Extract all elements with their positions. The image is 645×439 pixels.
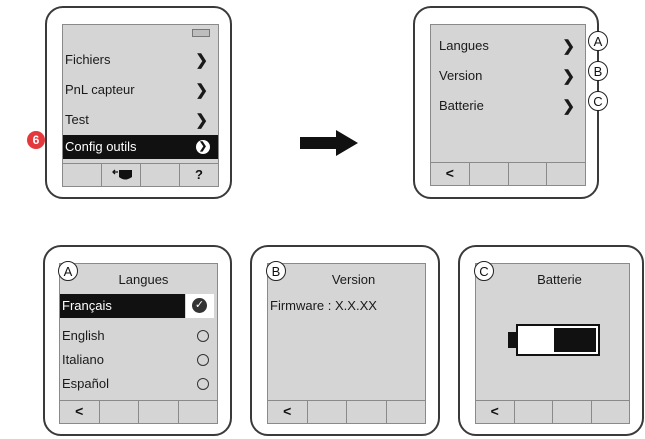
device-config-menu: Langues ❯ Version ❯ Batterie ❯ < A B C <box>413 6 608 199</box>
transition-arrow-icon <box>300 130 358 156</box>
batterie-screen: Batterie < <box>475 263 630 424</box>
chevron-right-icon: ❯ <box>562 98 575 115</box>
firmware-version-text: Firmware : X.X.XX <box>270 298 377 313</box>
language-label: English <box>62 328 105 343</box>
function-key-3[interactable] <box>553 401 592 423</box>
menu-item-version[interactable]: Version ❯ <box>431 63 585 89</box>
function-key-3[interactable] <box>509 163 548 185</box>
language-label: Español <box>62 376 109 391</box>
function-key-3[interactable] <box>347 401 387 423</box>
function-key-2[interactable] <box>470 163 509 185</box>
function-key-4[interactable] <box>547 163 585 185</box>
marker-b: B <box>266 261 286 281</box>
function-key-bar: ? <box>63 163 218 186</box>
battery-body <box>516 324 600 356</box>
marker-c: C <box>474 261 494 281</box>
return-arrow-icon <box>112 169 132 180</box>
radio-unchecked-icon <box>197 354 209 366</box>
chevron-right-icon: ❯ <box>195 112 208 129</box>
langues-screen: Langues Français ✓ English Italiano Espa… <box>59 263 218 424</box>
function-key-bar: < <box>476 400 629 423</box>
function-key-2[interactable] <box>308 401 347 423</box>
function-key-4[interactable] <box>387 401 426 423</box>
menu-item-label: Version <box>439 68 483 83</box>
step-number-badge: 6 <box>27 131 45 149</box>
chevron-circle-right-icon: ❯ <box>196 140 210 154</box>
marker-a: A <box>58 261 78 281</box>
function-key-4[interactable] <box>179 401 218 423</box>
function-key-4[interactable] <box>592 401 630 423</box>
language-label: Italiano <box>62 352 104 367</box>
language-option-english[interactable]: English <box>60 323 217 349</box>
menu-item-label: PnL capteur <box>65 82 135 97</box>
function-key-1[interactable] <box>63 164 102 186</box>
function-key-back[interactable]: < <box>476 401 515 423</box>
chevron-right-icon: ❯ <box>195 82 208 99</box>
function-key-back[interactable]: < <box>431 163 470 185</box>
menu-item-label: Fichiers <box>65 52 111 67</box>
language-option-italiano[interactable]: Italiano <box>60 347 217 373</box>
radio-unchecked-icon <box>197 330 209 342</box>
menu-item-fichiers[interactable]: Fichiers ❯ <box>63 47 218 73</box>
device-batterie: Batterie < C <box>458 245 644 436</box>
function-key-2[interactable] <box>100 401 139 423</box>
marker-c: C <box>588 91 608 111</box>
device-main-menu: Fichiers ❯ PnL capteur ❯ Test ❯ Config o… <box>45 6 232 199</box>
config-menu-screen: Langues ❯ Version ❯ Batterie ❯ < <box>430 24 586 186</box>
function-key-2[interactable] <box>515 401 553 423</box>
chevron-right-icon: ❯ <box>195 52 208 69</box>
function-key-3[interactable] <box>141 164 180 186</box>
menu-item-label: Langues <box>439 38 489 53</box>
version-screen: Version Firmware : X.X.XX < <box>267 263 426 424</box>
battery-icon <box>508 324 600 356</box>
radio-unchecked-icon <box>197 378 209 390</box>
chevron-right-icon: ❯ <box>562 68 575 85</box>
language-label: Français <box>62 298 112 313</box>
menu-item-test[interactable]: Test ❯ <box>63 107 218 133</box>
marker-b: B <box>588 61 608 81</box>
function-key-back[interactable]: < <box>268 401 308 423</box>
menu-item-label: Config outils <box>65 139 137 154</box>
menu-item-label: Batterie <box>439 98 484 113</box>
menu-item-config-outils[interactable]: Config outils ❯ <box>63 135 218 159</box>
batterie-title: Batterie <box>537 272 582 287</box>
chevron-right-icon: ❯ <box>562 38 575 55</box>
function-key-bar: < <box>60 400 217 423</box>
function-key-3[interactable] <box>139 401 179 423</box>
langues-title: Langues <box>118 272 169 287</box>
function-key-bar: < <box>268 400 425 423</box>
language-option-francais[interactable]: Français <box>60 294 185 318</box>
battery-level-fill <box>554 328 596 352</box>
function-key-bar: < <box>431 162 585 185</box>
function-key-back[interactable] <box>102 164 141 186</box>
function-key-back[interactable]: < <box>60 401 100 423</box>
checkbox-checked-icon[interactable]: ✓ <box>186 294 214 318</box>
menu-item-batterie[interactable]: Batterie ❯ <box>431 93 585 119</box>
version-title: Version <box>331 272 376 287</box>
menu-item-langues[interactable]: Langues ❯ <box>431 33 585 59</box>
battery-status-icon <box>192 29 210 37</box>
menu-item-label: Test <box>65 112 89 127</box>
function-key-help[interactable]: ? <box>180 164 218 186</box>
language-option-espanol[interactable]: Español <box>60 371 217 397</box>
menu-item-pnl-capteur[interactable]: PnL capteur ❯ <box>63 77 218 103</box>
device-langues: Langues Français ✓ English Italiano Espa… <box>43 245 232 436</box>
main-menu-screen: Fichiers ❯ PnL capteur ❯ Test ❯ Config o… <box>62 24 219 187</box>
marker-a: A <box>588 31 608 51</box>
device-version: Version Firmware : X.X.XX < B <box>250 245 440 436</box>
